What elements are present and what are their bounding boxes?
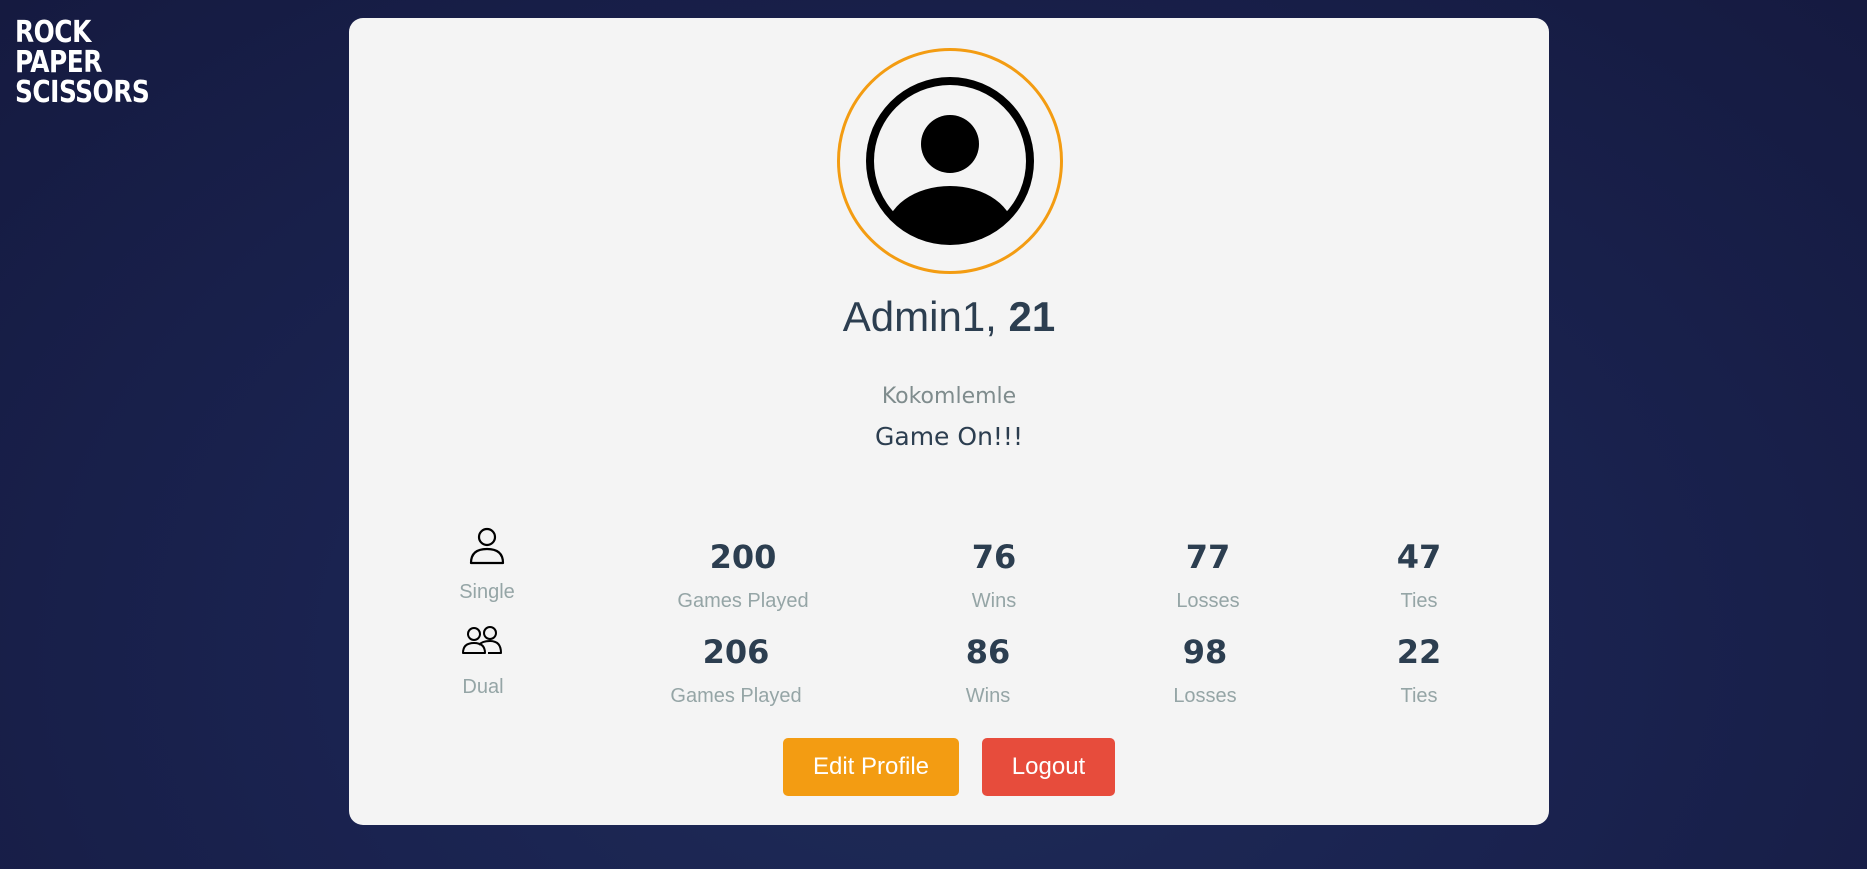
single-losses-value: 77 bbox=[1185, 538, 1231, 576]
single-games-played-label: Games Played bbox=[677, 590, 809, 612]
people-icon bbox=[462, 626, 502, 654]
avatar bbox=[837, 48, 1063, 274]
dual-games-played-value: 206 bbox=[702, 633, 770, 671]
single-wins-value: 76 bbox=[971, 538, 1017, 576]
profile-status: Game On!!! bbox=[875, 422, 1023, 451]
profile-name: Admin1 bbox=[842, 293, 986, 340]
logo-line-rock: ROCK bbox=[15, 15, 91, 50]
edit-profile-button[interactable]: Edit Profile bbox=[783, 738, 959, 796]
dual-ties-value: 22 bbox=[1396, 633, 1442, 671]
single-losses-label: Losses bbox=[1176, 590, 1240, 612]
mode-label-single: Single bbox=[459, 581, 515, 603]
app-logo[interactable]: ROCK PAPER SCISSORS bbox=[15, 18, 161, 108]
profile-age: 21 bbox=[1008, 293, 1056, 340]
dual-wins-label: Wins bbox=[965, 685, 1011, 707]
dual-ties-label: Ties bbox=[1400, 685, 1438, 707]
profile-name-age: Admin1, 21 bbox=[349, 293, 1549, 341]
mode-label-dual: Dual bbox=[462, 676, 504, 698]
dual-wins-value: 86 bbox=[965, 633, 1011, 671]
profile-card: Admin1, 21 Kokomlemle Game On!!! Single … bbox=[349, 18, 1549, 825]
single-ties-value: 47 bbox=[1396, 538, 1442, 576]
single-games-played-value: 200 bbox=[709, 538, 777, 576]
logo-line-scissors: SCISSORS bbox=[15, 75, 150, 110]
single-ties-label: Ties bbox=[1400, 590, 1438, 612]
user-circle-icon bbox=[866, 77, 1034, 245]
logo-line-paper: PAPER bbox=[15, 45, 102, 80]
dual-games-played-label: Games Played bbox=[670, 685, 802, 707]
logout-button[interactable]: Logout bbox=[982, 738, 1115, 796]
name-separator: , bbox=[985, 293, 1009, 340]
single-wins-label: Wins bbox=[971, 590, 1017, 612]
dual-losses-label: Losses bbox=[1173, 685, 1237, 707]
dual-losses-value: 98 bbox=[1182, 633, 1228, 671]
person-icon bbox=[469, 527, 505, 565]
profile-username: Kokomlemle bbox=[881, 384, 1017, 409]
